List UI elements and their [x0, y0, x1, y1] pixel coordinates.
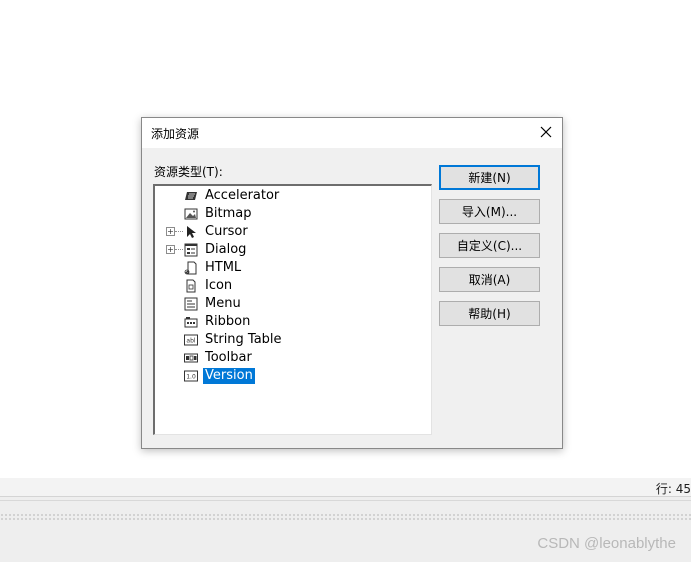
- tree-item-toolbar[interactable]: Toolbar: [155, 349, 429, 367]
- tree-connector: [175, 231, 183, 232]
- expand-toggle[interactable]: +: [166, 227, 175, 236]
- panel-divider: [0, 500, 691, 501]
- close-icon: [540, 126, 552, 138]
- tree-item-ribbon[interactable]: Ribbon: [155, 313, 429, 331]
- tree-item-label: Dialog: [205, 242, 247, 257]
- tree-connector: [175, 249, 183, 250]
- cancel-button[interactable]: 取消(A): [439, 267, 540, 292]
- tree-item-bitmap[interactable]: Bitmap: [155, 205, 429, 223]
- line-number-indicator: 行: 45: [655, 482, 691, 496]
- tree-item-label: Accelerator: [205, 188, 280, 203]
- custom-button[interactable]: 自定义(C)...: [439, 233, 540, 258]
- tree-item-label: Bitmap: [205, 206, 252, 221]
- add-resource-dialog: 添加资源 资源类型(T): Accelerator Bitmap + Curso…: [141, 117, 563, 449]
- new-button[interactable]: 新建(N): [439, 165, 540, 190]
- tree-item-html[interactable]: HTML: [155, 259, 429, 277]
- tree-item-menu[interactable]: Menu: [155, 295, 429, 313]
- tree-item-label: Version: [203, 368, 255, 384]
- html-icon: [184, 261, 197, 275]
- accelerator-icon: [185, 192, 197, 200]
- ribbon-icon: [184, 317, 198, 328]
- ide-status-bar: 行: 45: [0, 478, 691, 497]
- version-icon: 1.0: [184, 370, 198, 382]
- close-button[interactable]: [536, 122, 556, 142]
- watermark: CSDN @leonablythe: [537, 535, 676, 552]
- expand-toggle[interactable]: +: [166, 245, 175, 254]
- svg-text:abl: abl: [186, 338, 195, 345]
- resource-type-tree[interactable]: Accelerator Bitmap + Cursor + Dialog HTM…: [153, 184, 432, 435]
- import-button[interactable]: 导入(M)...: [439, 199, 540, 224]
- tree-item-accelerator[interactable]: Accelerator: [155, 187, 429, 205]
- tree-item-label: HTML: [205, 260, 242, 275]
- string-table-icon: abl: [184, 334, 198, 346]
- resource-type-label: 资源类型(T):: [154, 165, 223, 179]
- tree-item-label: Cursor: [205, 224, 248, 239]
- tree-item-string-table[interactable]: abl String Table: [155, 331, 429, 349]
- bitmap-icon: [184, 208, 198, 220]
- ide-bottom-panel: [0, 497, 691, 562]
- tree-item-dialog[interactable]: + Dialog: [155, 241, 429, 259]
- tree-item-label: Menu: [205, 296, 241, 311]
- tree-item-version[interactable]: 1.0 Version: [155, 367, 429, 385]
- dialog-icon: [184, 243, 198, 257]
- tree-item-label: String Table: [205, 332, 282, 347]
- help-button[interactable]: 帮助(H): [439, 301, 540, 326]
- dialog-title: 添加资源: [151, 127, 200, 141]
- dialog-titlebar[interactable]: 添加资源: [142, 118, 562, 148]
- tree-item-label: Ribbon: [205, 314, 251, 329]
- tree-item-label: Icon: [205, 278, 233, 293]
- toolbar-icon: [184, 353, 198, 363]
- tree-item-label: Toolbar: [205, 350, 252, 365]
- tree-item-cursor[interactable]: + Cursor: [155, 223, 429, 241]
- icon-resource-icon: [186, 279, 196, 293]
- cursor-icon: [187, 226, 196, 238]
- panel-grip[interactable]: [0, 513, 691, 521]
- svg-text:1.0: 1.0: [186, 374, 196, 381]
- tree-item-icon[interactable]: Icon: [155, 277, 429, 295]
- menu-icon: [184, 297, 198, 311]
